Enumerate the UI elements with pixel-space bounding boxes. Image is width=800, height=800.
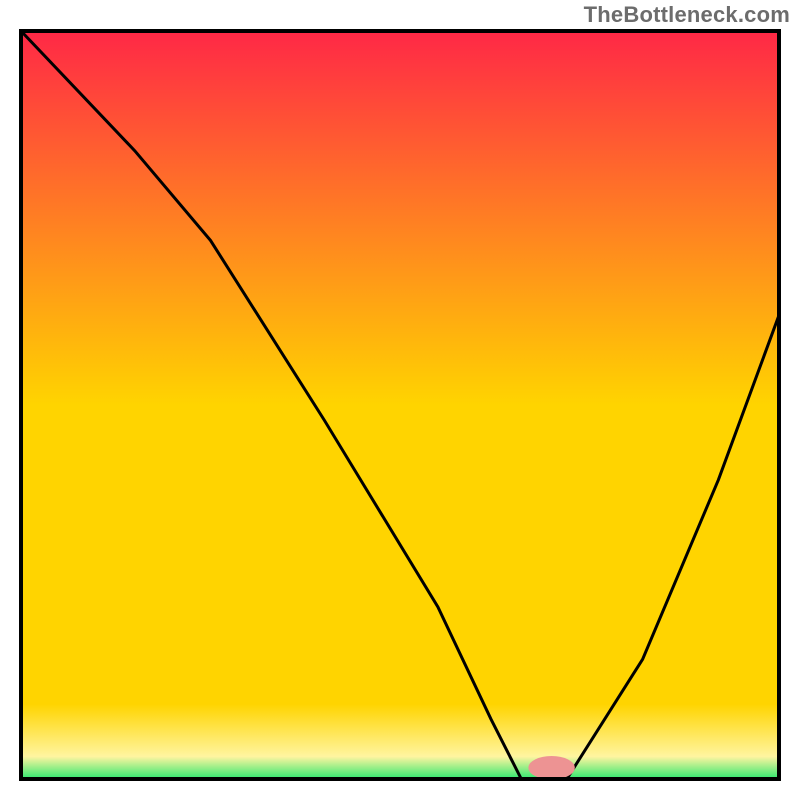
chart-background-gradient (21, 31, 779, 779)
watermark-text: TheBottleneck.com (584, 2, 790, 28)
optimal-point-marker (529, 757, 574, 779)
bottleneck-chart (0, 0, 800, 800)
chart-container: { "watermark": "TheBottleneck.com", "col… (0, 0, 800, 800)
